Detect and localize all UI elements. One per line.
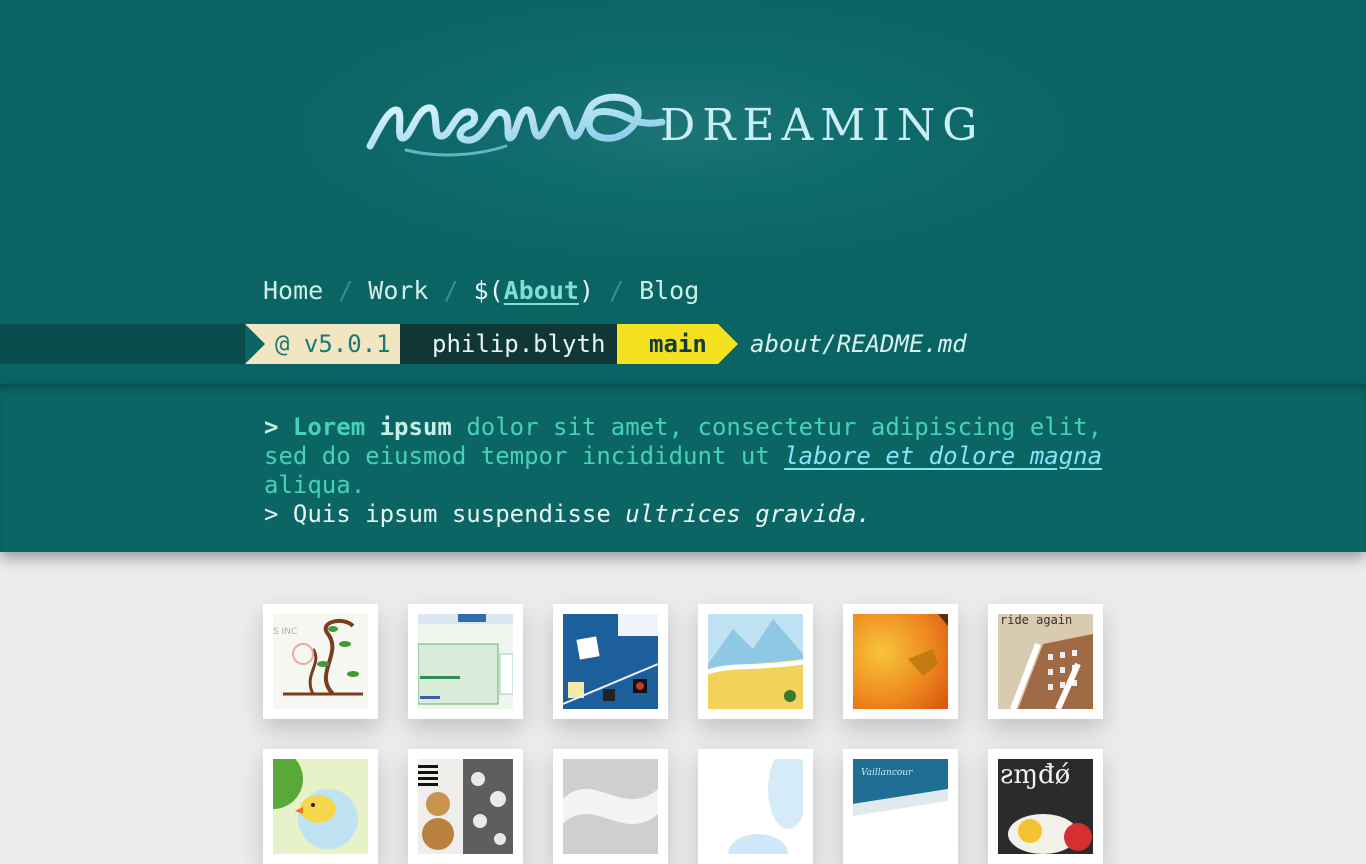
- thumbnail-lettering-lemon[interactable]: ƨɱđǿ: [988, 749, 1103, 864]
- prompt-marker-2: >: [264, 500, 279, 528]
- nav-about-wrapper: $(About): [474, 276, 594, 305]
- intro-bold-1: Lorem: [292, 413, 366, 441]
- version-segment: @ v5.0.1: [245, 324, 400, 364]
- thumbnail-image: [273, 759, 368, 854]
- thumbnail-orange-abstract[interactable]: [843, 604, 958, 719]
- intro-end: aliqua.: [264, 471, 366, 499]
- thumbnail-image: [418, 759, 513, 854]
- intro-section: > Lorem ipsum dolor sit amet, consectetu…: [0, 384, 1366, 552]
- nav-about-prefix: $(: [473, 275, 504, 305]
- nav-separator: /: [443, 275, 459, 305]
- nav-separator: /: [338, 275, 354, 305]
- thumbnail-image: [563, 614, 658, 709]
- thumbnail-web-search-layout[interactable]: [408, 604, 523, 719]
- svg-text:ride again: ride again: [1000, 614, 1072, 627]
- intro-line-2: > Quis ipsum suspendisse ultrices gravid…: [264, 500, 871, 528]
- thumbnail-image: [708, 614, 803, 709]
- thumbnail-image: S INC: [273, 614, 368, 709]
- svg-text:Vaillancour: Vaillancour: [861, 768, 913, 778]
- intro-line2-text: Quis ipsum suspendisse: [292, 500, 611, 528]
- svg-text:S INC: S INC: [273, 627, 297, 637]
- user-segment: philip.blyth: [400, 324, 617, 364]
- logo-wordmark: DREAMING: [660, 100, 985, 151]
- intro-text: > Lorem ipsum dolor sit amet, consectetu…: [264, 413, 1114, 529]
- branch-segment: main: [617, 324, 718, 364]
- nav-about-suffix: ): [578, 275, 594, 305]
- intro-link[interactable]: labore et dolore magna: [784, 442, 1102, 470]
- thumbnail-bear-floral-pattern[interactable]: [408, 749, 523, 864]
- thumbnail-vine-branding[interactable]: S INC: [263, 604, 378, 719]
- intro-bold-2: ipsum: [379, 413, 452, 441]
- thumbnail-mountain-field-illustration[interactable]: [698, 604, 813, 719]
- thumbnail-image: ƨɱđǿ: [998, 759, 1093, 854]
- path-segment: about/README.md: [750, 330, 967, 358]
- intro-line2-emph: ultrices gravida.: [625, 500, 871, 528]
- logo-script-mark: [366, 93, 666, 157]
- thumbnail-image: [563, 759, 658, 854]
- thumbnail-image: [853, 614, 948, 709]
- svg-text:ƨɱđǿ: ƨɱđǿ: [1000, 760, 1070, 790]
- nav-about[interactable]: About: [504, 276, 579, 305]
- main-nav: Home / Work / $(About) / Blog: [263, 272, 699, 308]
- nav-home[interactable]: Home: [263, 276, 323, 305]
- nav-separator: /: [609, 275, 625, 305]
- thumbnail-image: [708, 759, 803, 854]
- thumbnail-vaillancourt-cards[interactable]: Vaillancour: [843, 749, 958, 864]
- prompt-bar: @ v5.0.1 philip.blyth main about/README.…: [0, 324, 1366, 364]
- thumbnail-white-ribbon-sculpture[interactable]: [553, 749, 668, 864]
- prompt-marker: >: [264, 413, 279, 441]
- prompt-bar-lead: [0, 324, 245, 364]
- branch-arrow: [718, 324, 738, 364]
- thumbnail-soft-blue-shape[interactable]: [698, 749, 813, 864]
- thumbnail-image: Vaillancour: [853, 759, 948, 854]
- site-header: DREAMING Home / Work / $(About) / Blog @…: [0, 0, 1366, 384]
- thumbnail-blue-game-board[interactable]: [553, 604, 668, 719]
- thumbnail-image: ride again: [998, 614, 1093, 709]
- nav-blog[interactable]: Blog: [639, 276, 699, 305]
- thumbnail-bird-green-burst[interactable]: [263, 749, 378, 864]
- thumbnail-ride-again-building[interactable]: ride again: [988, 604, 1103, 719]
- thumbnail-image: [418, 614, 513, 709]
- nav-work[interactable]: Work: [368, 276, 428, 305]
